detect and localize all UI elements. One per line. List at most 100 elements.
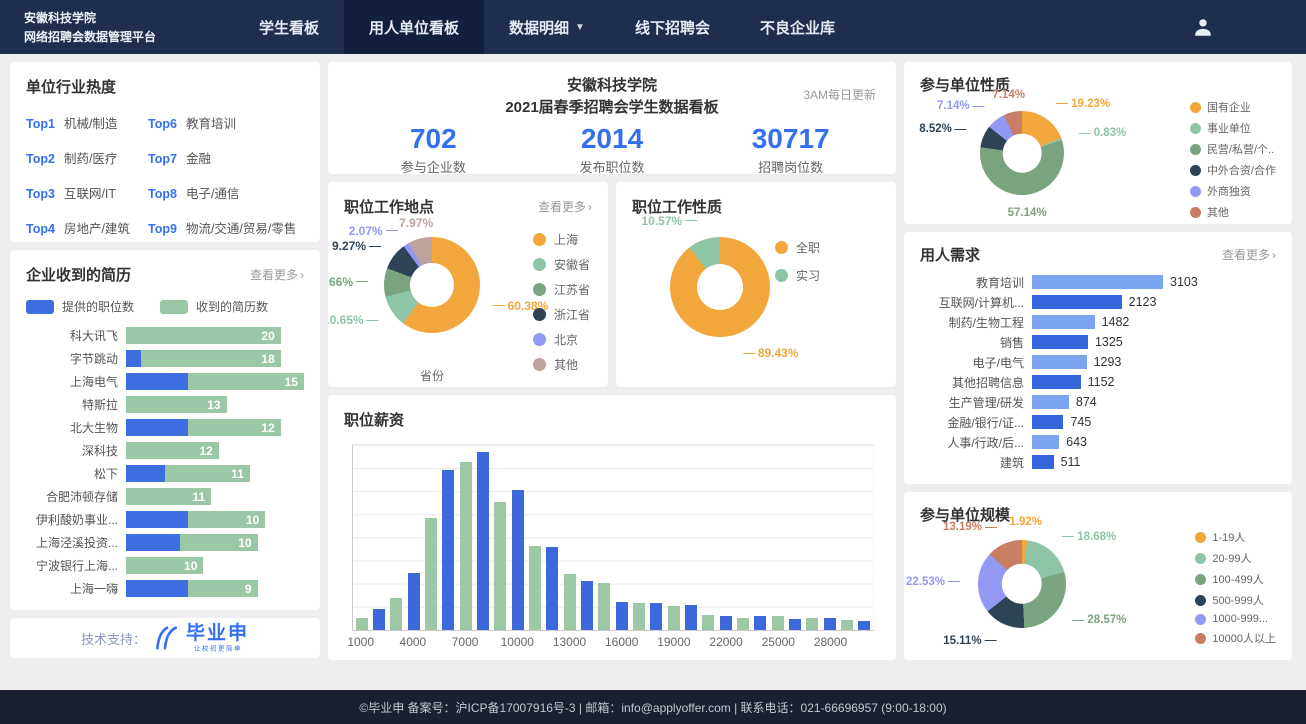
histogram-slot: [544, 445, 561, 630]
bar-value-label: 1482: [1102, 315, 1130, 329]
label-leader-line: [356, 281, 368, 282]
histogram-slot: [856, 445, 873, 630]
legend-item[interactable]: 北京: [533, 331, 590, 348]
bar-segment-received: 10: [126, 557, 203, 574]
legend-item[interactable]: 安徽省: [533, 256, 590, 273]
footer-text: ©毕业申 备案号：沪ICP备17007916号-3 | 邮箱：info@appl…: [359, 699, 946, 716]
axis-tick-label: 22000: [709, 635, 742, 649]
view-more-link[interactable]: 查看更多›: [1222, 246, 1276, 263]
legend-item[interactable]: 提供的职位数: [26, 298, 134, 315]
histogram-slot: [717, 445, 734, 630]
stat-positions: 2014 发布职位数: [523, 124, 702, 175]
donut-slice-label: 28.57%: [1072, 614, 1126, 626]
bar-category-label: 教育培训: [920, 274, 1032, 291]
bar-row: 电子/电气1293: [920, 352, 1276, 372]
demand-rows: 教育培训3103互联网/计算机...2123制药/生物工程1482销售1325电…: [920, 272, 1276, 472]
bar-category-label: 伊利酸奶事业...: [26, 511, 126, 528]
app-logo: 安徽科技学院 网络招聘会数据管理平台: [0, 0, 220, 54]
histogram-slot: [786, 445, 803, 630]
legend-item[interactable]: 中外合资/合作: [1190, 162, 1276, 178]
bar-category-label: 销售: [920, 334, 1032, 351]
legend-item[interactable]: 1-19人: [1195, 529, 1276, 545]
bar-value-label: 1152: [1088, 375, 1115, 389]
nav-tab[interactable]: 不良企业库: [735, 0, 860, 54]
bar-category-label: 制药/生物工程: [920, 314, 1032, 331]
label-leader-line: [743, 353, 755, 354]
bar-segment-provided: [126, 419, 188, 436]
dashboard-title-line1: 安徽科技学院: [344, 75, 880, 97]
legend-item[interactable]: 其他: [533, 356, 590, 373]
bar: [1032, 335, 1088, 349]
bar-segment-received: 13: [126, 396, 227, 413]
donut-hole: [1002, 564, 1042, 604]
legend-label: 10000人以上: [1212, 630, 1276, 646]
nav-tab[interactable]: 数据明细▼: [484, 0, 610, 54]
legend-item[interactable]: 国有企业: [1190, 99, 1276, 115]
legend-item[interactable]: 100-499人: [1195, 571, 1276, 587]
bar-row: 教育培训3103: [920, 272, 1276, 292]
demand-chart-card: 用人需求 查看更多› 教育培训3103互联网/计算机...2123制药/生物工程…: [904, 232, 1292, 484]
slice-percent: 22.53%: [906, 576, 945, 588]
bar-category-label: 建筑: [920, 454, 1032, 471]
legend-dot: [533, 308, 546, 321]
legend-item[interactable]: 其他: [1190, 204, 1276, 220]
histogram-slot: [422, 445, 439, 630]
legend-item[interactable]: 收到的简历数: [160, 298, 268, 315]
legend-item[interactable]: 全职: [775, 239, 820, 256]
bar-track: 15: [126, 373, 304, 390]
industry-name: 房地产/建筑: [64, 222, 130, 236]
nav-tab[interactable]: 学生看板: [234, 0, 344, 54]
industry-rank-item: Top9物流/交通/贸易/零售: [148, 218, 304, 238]
stat-value: 2014: [523, 124, 702, 155]
legend-item[interactable]: 1000-999...: [1195, 613, 1276, 625]
nav-tab[interactable]: 线下招聘会: [610, 0, 735, 54]
bar-segment-received: 18: [141, 350, 280, 367]
histogram-slot: [561, 445, 578, 630]
view-more-link[interactable]: 查看更多›: [538, 198, 592, 215]
legend-label: 提供的职位数: [62, 298, 134, 315]
legend-item[interactable]: 外商独资: [1190, 183, 1276, 199]
legend-item[interactable]: 民营/私营/个..: [1190, 141, 1276, 157]
slice-percent: 9.66%: [328, 275, 353, 289]
label-leader-line: [685, 220, 697, 221]
legend-item[interactable]: 500-999人: [1195, 592, 1276, 608]
slice-percent: 9.27%: [332, 239, 366, 253]
legend-label: 江苏省: [554, 281, 590, 298]
stat-value: 702: [344, 124, 523, 155]
stat-label: 参与企业数: [344, 157, 523, 174]
view-more-link[interactable]: 查看更多›: [250, 266, 304, 283]
legend-item[interactable]: 江苏省: [533, 281, 590, 298]
legend-dot: [1190, 123, 1201, 134]
histogram-slot: [734, 445, 751, 630]
bar-row: 上海泾溪投资...10: [26, 534, 304, 551]
caret-down-icon: ▼: [575, 22, 585, 33]
legend-dot: [1195, 633, 1206, 644]
legend-item[interactable]: 上海: [533, 231, 590, 248]
bar: [1032, 355, 1087, 369]
bar-track: 10: [126, 534, 304, 551]
bar-category-label: 金融/银行/证...: [920, 414, 1032, 431]
histogram-bar: [494, 502, 506, 630]
legend-swatch: [160, 300, 188, 314]
legend-label: 国有企业: [1207, 99, 1251, 115]
industry-rank-item: Top1机械/制造: [26, 113, 148, 133]
user-menu-button[interactable]: [1192, 0, 1214, 54]
axis-tick-label: 4000: [400, 635, 427, 649]
right-column: 参与单位性质 19.23%0.83%57.14%8.52%7.14%7.14%国…: [904, 62, 1292, 660]
legend-item[interactable]: 事业单位: [1190, 120, 1276, 136]
legend-dot: [1195, 614, 1206, 625]
legend-item[interactable]: 浙江省: [533, 306, 590, 323]
legend-item[interactable]: 实习: [775, 267, 820, 284]
legend-label: 1-19人: [1212, 529, 1245, 545]
slice-percent: 57.14%: [1008, 207, 1047, 219]
legend-item[interactable]: 20-99人: [1195, 550, 1276, 566]
bar-category-label: 互联网/计算机...: [920, 294, 1032, 311]
histogram-bar: [702, 615, 714, 630]
industry-rank-item: Top2制药/医疗: [26, 148, 148, 168]
donut-cards-row: 职位工作地点 查看更多› 60.38%10.65%9.66%9.27%2.07%…: [328, 182, 896, 387]
legend-item[interactable]: 10000人以上: [1195, 630, 1276, 646]
nav-tab[interactable]: 用人单位看板: [344, 0, 484, 54]
bar-category-label: 电子/电气: [920, 354, 1032, 371]
industry-rank-label: Top2: [26, 152, 55, 166]
page-footer: ©毕业申 备案号：沪ICP备17007916号-3 | 邮箱：info@appl…: [0, 690, 1306, 724]
